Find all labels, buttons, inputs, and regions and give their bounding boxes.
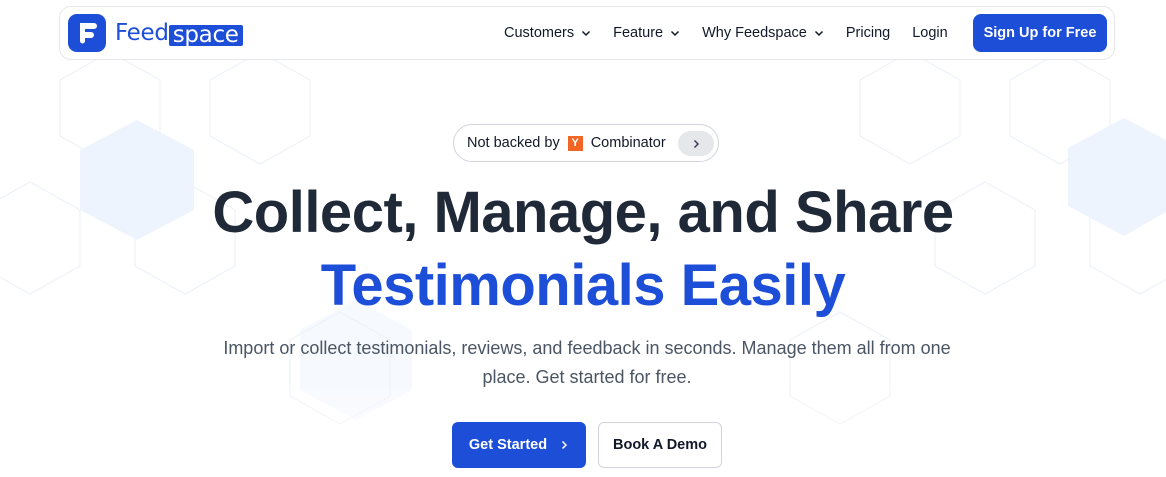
brand-name-part2: space	[168, 23, 243, 46]
brand-logo[interactable]: Feed space	[68, 14, 243, 52]
hero-headline-highlight: Testimonials Easily	[320, 253, 846, 318]
feedspace-logo-icon	[68, 14, 106, 52]
nav-item-label: Pricing	[845, 25, 891, 41]
hero-subtext: Import or collect testimonials, reviews,…	[223, 338, 951, 387]
nav-item-why-feedspace[interactable]: Why Feedspace	[702, 25, 824, 41]
nav-item-feature[interactable]: Feature	[613, 25, 680, 41]
yc-badge[interactable]: Not backed by Y Combinator	[453, 124, 719, 162]
chevron-right-icon[interactable]	[678, 131, 714, 156]
nav-item-label: Why Feedspace	[702, 25, 807, 41]
chevron-right-icon	[562, 440, 568, 450]
badge-text-before: Not backed by	[467, 135, 560, 151]
nav-links: Customers Feature Why Feedspace Pricing …	[504, 7, 970, 59]
get-started-button[interactable]: Get Started	[452, 422, 586, 468]
brand-name-part1: Feed	[115, 20, 169, 46]
nav-item-login[interactable]: Login	[912, 25, 947, 41]
yc-logo-icon: Y	[567, 135, 583, 151]
badge-text-after: Combinator	[590, 135, 666, 151]
top-navbar: Feed space Customers Feature Why Feedspac…	[59, 6, 1115, 60]
book-demo-button[interactable]: Book A Demo	[598, 422, 722, 468]
nav-item-label: Login	[912, 25, 948, 41]
chevron-down-icon	[671, 30, 680, 37]
nav-item-pricing[interactable]: Pricing	[846, 25, 890, 41]
nav-item-label: Customers	[504, 25, 575, 41]
nav-item-customers[interactable]: Customers	[504, 25, 591, 41]
get-started-label: Get Started	[468, 437, 548, 453]
chevron-down-icon	[582, 30, 591, 37]
brand-wordmark: Feed space	[115, 20, 243, 46]
chevron-down-icon	[814, 30, 823, 37]
signup-button[interactable]: Sign Up for Free	[973, 14, 1107, 52]
nav-item-label: Feature	[613, 25, 664, 41]
hero-headline: Collect, Manage, and Share	[212, 180, 954, 245]
